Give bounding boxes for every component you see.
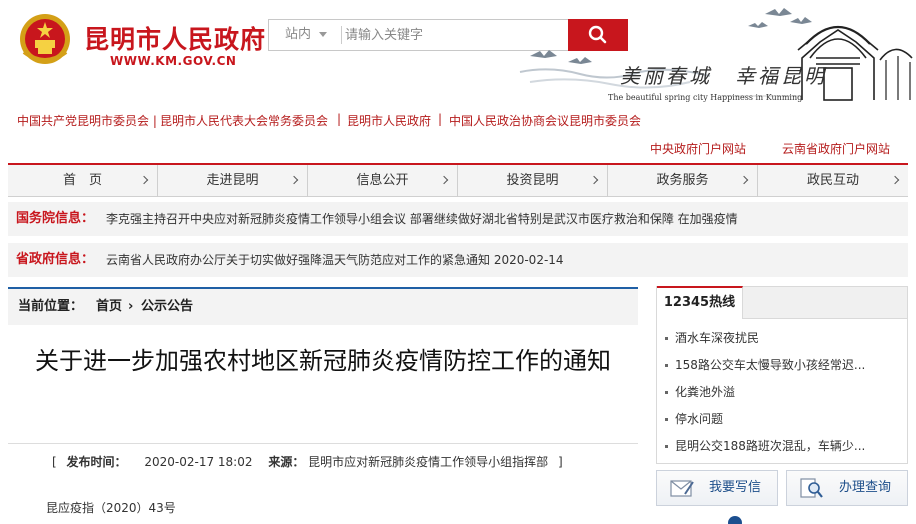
site-title[interactable]: 昆明市人民政府 <box>84 20 266 56</box>
publish-time: 2020-02-17 18:02 <box>144 455 253 469</box>
nav-label: 首 页 <box>62 173 102 188</box>
nav-label: 政民互动 <box>806 173 859 188</box>
partial-icon <box>728 516 742 524</box>
write-letter-label: 我要写信 <box>709 480 762 495</box>
publish-time-label: 发布时间： <box>66 455 127 469</box>
national-emblem-icon <box>20 14 70 64</box>
state-council-info-row: 国务院信息： 李克强主持召开中央应对新冠肺炎疫情工作领导小组会议 部署继续做好湖… <box>8 202 908 236</box>
nav-government-services[interactable]: 政务服务 <box>608 165 758 197</box>
article-meta: [ 发布时间： 2020-02-17 18:02 来源： 昆明市应对新冠肺炎疫情… <box>52 453 563 470</box>
state-council-info-label: 国务院信息： <box>16 211 95 226</box>
meta-bracket-open: [ <box>52 455 57 469</box>
provincial-info-link[interactable]: 云南省人民政府办公厅关于切实做好强降温天气防范应对工作的紧急通知 2020-02… <box>106 243 746 277</box>
state-council-info-link[interactable]: 李克强主持召开中央应对新冠肺炎疫情工作领导小组会议 部署继续做好湖北省特别是武汉… <box>106 202 746 236</box>
nav-public-interaction[interactable]: 政民互动 <box>758 165 908 197</box>
site-header: 昆明市人民政府 WWW.KM.GOV.CN 站内 请输入关键字 美丽春城 幸福昆… <box>0 0 916 106</box>
query-icon <box>800 478 823 498</box>
chevron-down-icon <box>319 32 327 37</box>
link-central-government[interactable]: 中央政府门户网站 <box>650 140 746 157</box>
hotline-panel: 12345热线 酒水车深夜扰民 158路公交车太慢导致小孩经常迟... 化粪池外… <box>656 286 908 464</box>
link-separator: | <box>438 112 443 126</box>
hotline-list: 酒水车深夜扰民 158路公交车太慢导致小孩经常迟... 化粪池外溢 停水问题 昆… <box>657 325 907 460</box>
banner-slogan-en: The beautiful spring city Happiness in K… <box>608 93 803 102</box>
link-npc-committee[interactable]: 昆明市人民代表大会常务委员会 <box>160 112 328 129</box>
nav-label: 政务服务 <box>656 173 709 188</box>
chevron-right-icon <box>739 175 749 185</box>
search-scope-label: 站内 <box>285 27 312 42</box>
meta-bracket-close: ] <box>558 455 563 469</box>
list-item[interactable]: 158路公交车太慢导致小孩经常迟... <box>657 352 907 379</box>
top-links-bar: 中国共产党昆明市委员会 | 昆明市人民代表大会常务委员会 | 昆明市人民政府 |… <box>0 108 916 132</box>
list-item[interactable]: 昆明公交188路班次混乱，车辆少... <box>657 433 907 460</box>
chevron-right-icon <box>139 175 149 185</box>
nav-info-disclosure[interactable]: 信息公开 <box>308 165 458 197</box>
banner-illustration <box>519 8 913 101</box>
tab-12345-hotline[interactable]: 12345热线 <box>657 286 743 319</box>
provincial-info-label: 省政府信息： <box>16 252 95 267</box>
letter-icon <box>670 480 694 497</box>
chevron-right-icon <box>589 175 599 185</box>
article-divider <box>8 443 638 444</box>
provincial-info-row: 省政府信息： 云南省人民政府办公厅关于切实做好强降温天气防范应对工作的紧急通知 … <box>8 243 908 277</box>
link-party-committee[interactable]: 中国共产党昆明市委员会 | <box>17 112 157 129</box>
site-url[interactable]: WWW.KM.GOV.CN <box>110 54 236 68</box>
hotline-tab-bar: 12345热线 <box>657 286 907 319</box>
breadcrumb-separator: › <box>128 299 134 314</box>
breadcrumb-label: 当前位置： <box>18 299 84 314</box>
link-cppcc-committee[interactable]: 中国人民政治协商会议昆明市委员会 <box>449 112 641 129</box>
list-item[interactable]: 化粪池外溢 <box>657 379 907 406</box>
nav-label: 走进昆明 <box>206 173 259 188</box>
breadcrumb-current[interactable]: 公示公告 <box>141 289 193 325</box>
list-item[interactable]: 酒水车深夜扰民 <box>657 325 907 352</box>
nav-label: 信息公开 <box>356 173 409 188</box>
query-button[interactable]: 办理查询 <box>786 470 908 506</box>
link-city-government[interactable]: 昆明市人民政府 <box>347 112 431 129</box>
nav-home[interactable]: 首 页 <box>8 165 158 197</box>
chevron-right-icon <box>890 175 900 185</box>
document-number: 昆应疫指（2020）43号 <box>46 501 176 515</box>
banner-slogan: 美丽春城 幸福昆明 <box>620 64 827 88</box>
query-label: 办理查询 <box>839 480 892 495</box>
nav-invest-kunming[interactable]: 投资昆明 <box>458 165 608 197</box>
nav-about-kunming[interactable]: 走进昆明 <box>158 165 308 197</box>
write-letter-button[interactable]: 我要写信 <box>656 470 778 506</box>
nav-label: 投资昆明 <box>506 173 559 188</box>
source-value: 昆明市应对新冠肺炎疫情工作领导小组指挥部 <box>308 455 549 469</box>
source-label: 来源： <box>268 455 305 469</box>
chevron-right-icon <box>289 175 299 185</box>
article-panel: 当前位置： 首页 › 公示公告 关于进一步加强农村地区新冠肺炎疫情防控工作的通知… <box>8 287 638 524</box>
search-scope-dropdown[interactable]: 站内 <box>269 20 341 50</box>
breadcrumb: 当前位置： 首页 › 公示公告 <box>8 287 638 325</box>
article-title: 关于进一步加强农村地区新冠肺炎疫情防控工作的通知 <box>35 347 611 375</box>
chevron-right-icon <box>439 175 449 185</box>
link-separator: | <box>337 112 342 126</box>
list-item[interactable]: 停水问题 <box>657 406 907 433</box>
main-nav: 首 页 走进昆明 信息公开 投资昆明 政务服务 政民互动 <box>8 163 908 197</box>
gov-links: 中央政府门户网站 云南省政府门户网站 <box>0 140 916 156</box>
link-yunnan-government[interactable]: 云南省政府门户网站 <box>782 140 890 157</box>
search-divider <box>341 26 342 44</box>
breadcrumb-home[interactable]: 首页 <box>96 289 122 325</box>
